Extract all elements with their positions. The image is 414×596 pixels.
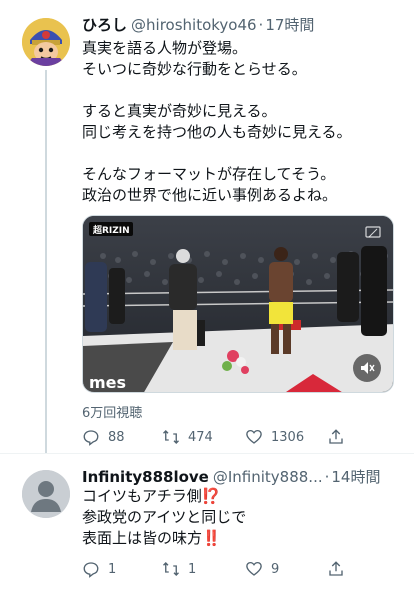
tweet-text-line: コイツもアチラ側⁉️ [82, 487, 221, 505]
like-button[interactable]: 1306 [245, 426, 304, 448]
event-logo-badge: 超RIZIN [89, 222, 133, 236]
timestamp[interactable]: 17時間 [265, 14, 314, 35]
tweet-text-line: 同じ考えを持つ他の人も奇妙に見える。 [82, 123, 352, 141]
tweet-text-line: すると真実が奇妙に見える。 [82, 102, 277, 120]
heart-icon [246, 561, 262, 576]
tweet-header: Infinity888love @Infinity888... · 14時間 [82, 466, 400, 488]
user-handle[interactable]: @Infinity888... [213, 468, 323, 486]
tweet-text: 真実を語る人物が登場。 そいつに奇妙な行動をとらせる。 すると真実が奇妙に見える… [82, 38, 400, 206]
default-avatar-icon [22, 470, 70, 518]
video-banner-text: mes [89, 373, 126, 392]
reply-count: 88 [108, 429, 125, 445]
event-logo-text: 超RIZIN [93, 226, 130, 236]
reply-icon [83, 430, 99, 446]
tweet-text-line: 真実を語る人物が登場。 [82, 39, 248, 57]
reply-count: 1 [108, 561, 117, 577]
separator-dot: · [258, 16, 264, 34]
tweet-text: コイツもアチラ側⁉️ 参政党のアイツと同じで 表面上は皆の味方‼️ [82, 486, 400, 549]
like-count: 1306 [271, 429, 305, 445]
video-frame: mes [83, 216, 393, 392]
retweet-count: 474 [188, 429, 213, 445]
tweet-text-line: 政治の世界で他に近い事例あるよね。 [82, 186, 338, 204]
avatar[interactable] [22, 470, 70, 518]
tweet-actions: 88 474 1306 [82, 426, 400, 448]
user-handle[interactable]: @hiroshitokyo46 [131, 16, 257, 34]
speaker-muted-icon [361, 362, 375, 374]
thread-line [45, 70, 47, 454]
tweet[interactable]: Infinity888love @Infinity888... · 14時間 コ… [0, 454, 414, 596]
tweet-header: ひろし @hiroshitokyo46 · 17時間 [82, 14, 400, 36]
broadcast-icon [365, 226, 381, 240]
like-count: 9 [271, 561, 280, 577]
tweet[interactable]: ひろし @hiroshitokyo46 · 17時間 真実を語る人物が登場。 そ… [0, 0, 414, 454]
display-name[interactable]: ひろし [82, 14, 127, 35]
view-count: 6万回視聴 [82, 406, 143, 421]
person-left-edge [85, 262, 125, 332]
tweet-text-gap [82, 80, 400, 101]
tweet-actions: 1 1 9 [82, 558, 400, 580]
tweet-text-line: そんなフォーマットが存在してそう。 [82, 165, 336, 183]
reply-icon [83, 562, 99, 578]
retweet-icon [163, 562, 179, 576]
share-button[interactable] [327, 426, 345, 448]
retweet-icon [163, 430, 179, 444]
heart-icon [246, 429, 262, 444]
tweet-text-gap [82, 143, 400, 164]
share-button[interactable] [327, 558, 345, 580]
mute-button[interactable] [353, 354, 381, 382]
tweet-text-line: そいつに奇妙な行動をとらせる。 [82, 60, 307, 78]
video-player[interactable]: mes 超RIZIN [82, 215, 394, 393]
tweet-text-line: 表面上は皆の味方‼️ [82, 529, 221, 547]
retweet-button[interactable]: 1 [162, 558, 196, 580]
timestamp[interactable]: 14時間 [331, 466, 380, 487]
display-name[interactable]: Infinity888love [82, 468, 209, 486]
tweet-text-line: 参政党のアイツと同じで [82, 508, 247, 526]
like-button[interactable]: 9 [245, 558, 279, 580]
share-icon [329, 429, 343, 444]
separator-dot: · [324, 468, 330, 486]
reply-button[interactable]: 1 [82, 558, 116, 580]
reply-button[interactable]: 88 [82, 426, 125, 448]
share-icon [329, 561, 343, 576]
avatar[interactable] [22, 18, 70, 66]
retweet-button[interactable]: 474 [162, 426, 213, 448]
retweet-count: 1 [188, 561, 197, 577]
